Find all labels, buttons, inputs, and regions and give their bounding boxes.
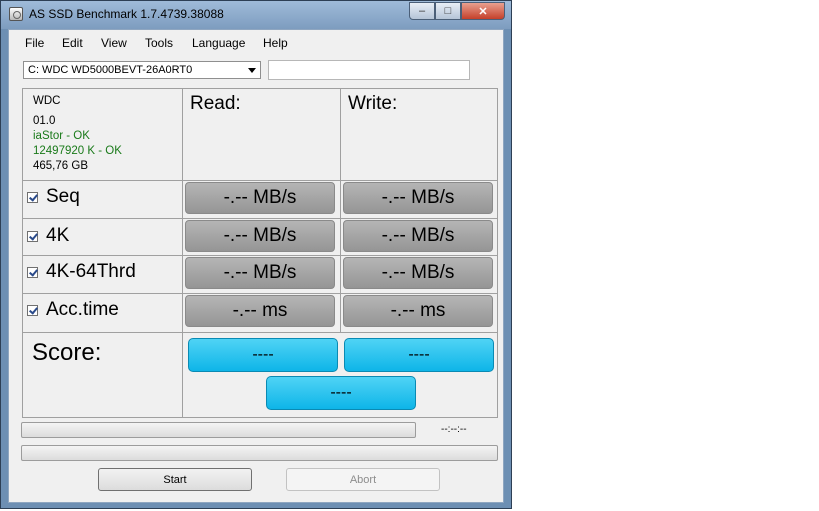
chevron-down-icon: [248, 68, 256, 73]
menu-tools[interactable]: Tools: [145, 36, 173, 50]
maximize-button[interactable]: □: [435, 2, 461, 20]
acctime-label-text: Acc.time: [46, 299, 119, 320]
seq-label-text: Seq: [46, 186, 80, 207]
score-total: ----: [266, 376, 416, 410]
acctime-read-result: -.-- ms: [185, 295, 335, 327]
client-area: File Edit View Tools Language Help C: WD…: [8, 29, 504, 503]
4k64-label-text: 4K-64Thrd: [46, 261, 136, 282]
test-seq-label[interactable]: Seq: [27, 186, 80, 208]
menu-language[interactable]: Language: [192, 36, 245, 50]
menu-help[interactable]: Help: [263, 36, 288, 50]
score-label: Score:: [32, 339, 102, 366]
4k-write-result: -.-- MB/s: [343, 220, 493, 252]
menu-view[interactable]: View: [101, 36, 127, 50]
close-button[interactable]: ✕: [461, 2, 505, 20]
maximize-icon: □: [444, 5, 452, 17]
score-read: ----: [188, 338, 338, 372]
minimize-button[interactable]: –: [409, 2, 435, 20]
drive-size: 465,76 GB: [33, 160, 88, 172]
drive-select[interactable]: C: WDC WD5000BEVT-26A0RT0: [23, 61, 261, 79]
elapsed-time: --:--:--: [441, 424, 467, 435]
4k-checkbox[interactable]: [27, 230, 38, 242]
test-4k-label[interactable]: 4K: [27, 225, 69, 247]
results-grid: WDC 01.0 iaStor - OK 12497920 K - OK 465…: [22, 88, 498, 418]
acctime-write-result: -.-- ms: [343, 295, 493, 327]
4k64-checkbox[interactable]: [27, 266, 38, 278]
minimize-icon: –: [418, 5, 426, 17]
start-button[interactable]: Start: [98, 468, 252, 491]
menu-bar: File Edit View Tools Language Help: [9, 30, 503, 56]
drive-firmware: 01.0: [33, 115, 56, 127]
test-acctime-label[interactable]: Acc.time: [27, 299, 119, 321]
test-progress-bar: [21, 422, 416, 438]
abort-button[interactable]: Abort: [286, 468, 440, 491]
close-icon: ✕: [478, 5, 488, 18]
4k-read-result: -.-- MB/s: [185, 220, 335, 252]
acctime-checkbox[interactable]: [27, 304, 38, 316]
total-progress-bar: [21, 445, 498, 461]
menu-file[interactable]: File: [25, 36, 44, 50]
test-4k64-label[interactable]: 4K-64Thrd: [27, 261, 136, 283]
title-bar[interactable]: AS SSD Benchmark 1.7.4739.38088 – □ ✕: [1, 1, 511, 29]
4k-label-text: 4K: [46, 225, 70, 246]
score-write: ----: [344, 338, 494, 372]
seq-read-result: -.-- MB/s: [185, 182, 335, 214]
drive-model: WDC: [33, 95, 61, 107]
write-header: Write:: [348, 93, 398, 114]
drive-select-value: C: WDC WD5000BEVT-26A0RT0: [28, 64, 193, 76]
drive-app-icon: [9, 7, 23, 21]
seq-write-result: -.-- MB/s: [343, 182, 493, 214]
window-title: AS SSD Benchmark 1.7.4739.38088: [29, 7, 224, 21]
4k64-read-result: -.-- MB/s: [185, 257, 335, 289]
alignment-status: 12497920 K - OK: [33, 145, 122, 157]
menu-edit[interactable]: Edit: [62, 36, 83, 50]
driver-status: iaStor - OK: [33, 130, 90, 142]
app-window: AS SSD Benchmark 1.7.4739.38088 – □ ✕ Fi…: [0, 0, 512, 509]
info-field[interactable]: [268, 60, 470, 80]
seq-checkbox[interactable]: [27, 191, 38, 203]
read-header: Read:: [190, 93, 241, 114]
4k64-write-result: -.-- MB/s: [343, 257, 493, 289]
